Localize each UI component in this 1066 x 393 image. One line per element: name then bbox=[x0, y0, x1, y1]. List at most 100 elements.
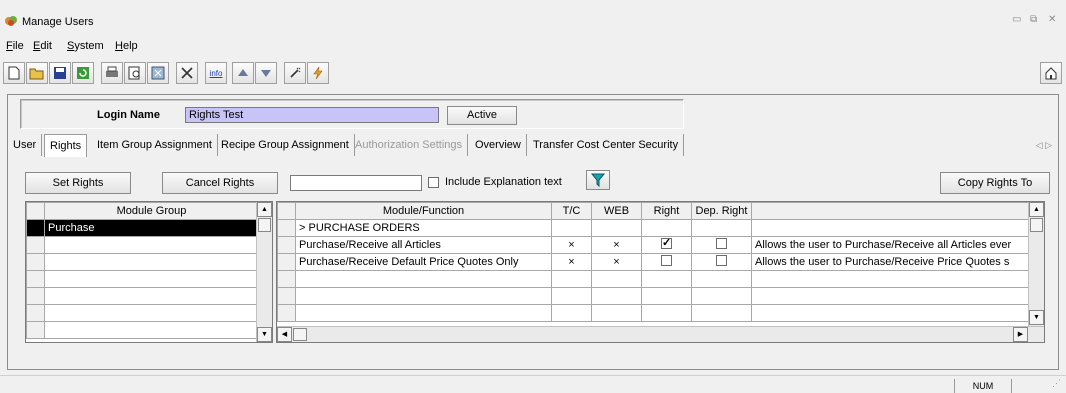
menu-bar: File Edit System Help bbox=[0, 40, 1066, 58]
restore-icon[interactable]: ⧉ bbox=[1030, 14, 1037, 25]
row-header[interactable] bbox=[26, 236, 45, 254]
module-group-cell[interactable] bbox=[44, 304, 259, 322]
scroll-thumb[interactable] bbox=[1030, 218, 1043, 232]
down-arrow-icon[interactable] bbox=[255, 62, 277, 84]
right-checkbox[interactable] bbox=[661, 255, 672, 266]
login-name-field[interactable]: Rights Test bbox=[185, 107, 439, 123]
function-name-cell[interactable]: Purchase/Receive Default Price Quotes On… bbox=[295, 253, 552, 271]
print-preview-icon[interactable] bbox=[124, 62, 146, 84]
scroll-down-icon[interactable]: ▼ bbox=[1029, 310, 1044, 325]
row-header[interactable] bbox=[26, 270, 45, 288]
row-header[interactable] bbox=[26, 287, 45, 305]
function-name-cell[interactable] bbox=[295, 287, 552, 305]
open-icon[interactable] bbox=[26, 62, 48, 84]
lightning-icon[interactable] bbox=[307, 62, 329, 84]
scroll-right-icon[interactable]: ▶ bbox=[1013, 327, 1028, 342]
table-row[interactable]: > PURCHASE ORDERS bbox=[277, 219, 1031, 237]
table-row[interactable] bbox=[277, 304, 1031, 322]
dep-right-cell bbox=[691, 253, 752, 271]
tab-authorization-settings[interactable]: Authorization Settings bbox=[350, 134, 469, 156]
column-header-module-function[interactable]: Module/Function bbox=[295, 202, 552, 220]
column-header-dep-right[interactable]: Dep. Right bbox=[691, 202, 752, 220]
column-header-explanation[interactable] bbox=[751, 202, 1031, 220]
info-icon[interactable]: info bbox=[205, 62, 227, 84]
tab-transfer-cost-center-security[interactable]: Transfer Cost Center Security bbox=[528, 134, 685, 156]
set-rights-button[interactable]: Set Rights bbox=[25, 172, 131, 194]
scroll-left-icon[interactable]: ◀ bbox=[277, 327, 292, 342]
dep-right-cell bbox=[691, 236, 752, 254]
table-row[interactable]: Purchase/Receive all Articles × × Allows… bbox=[277, 236, 1031, 254]
scroll-thumb[interactable] bbox=[258, 218, 271, 232]
table-row[interactable] bbox=[277, 270, 1031, 288]
row-header[interactable] bbox=[277, 270, 296, 288]
refresh-icon[interactable] bbox=[72, 62, 94, 84]
table-row[interactable] bbox=[277, 287, 1031, 305]
tab-recipe-group-assignment[interactable]: Recipe Group Assignment bbox=[216, 134, 355, 156]
row-header[interactable] bbox=[26, 304, 45, 322]
scroll-thumb[interactable] bbox=[293, 328, 307, 341]
include-explanation-checkbox[interactable] bbox=[428, 177, 439, 188]
row-header[interactable] bbox=[277, 287, 296, 305]
function-name-cell[interactable] bbox=[295, 304, 552, 322]
column-header-tc[interactable]: T/C bbox=[551, 202, 592, 220]
function-grid-vscrollbar[interactable]: ▲ ▼ bbox=[1028, 202, 1044, 326]
row-header[interactable] bbox=[277, 219, 296, 237]
right-cell bbox=[641, 236, 692, 254]
module-group-cell[interactable] bbox=[44, 321, 259, 339]
new-icon[interactable] bbox=[3, 62, 25, 84]
home-icon[interactable] bbox=[1040, 62, 1062, 84]
filter-button[interactable] bbox=[586, 170, 610, 190]
right-checkbox[interactable] bbox=[661, 238, 672, 249]
save-icon[interactable] bbox=[49, 62, 71, 84]
tab-user[interactable]: User bbox=[8, 134, 43, 156]
delete-icon[interactable] bbox=[176, 62, 198, 84]
column-header-module-group[interactable]: Module Group bbox=[44, 202, 259, 220]
dep-right-checkbox[interactable] bbox=[716, 238, 727, 249]
tab-item-group-assignment[interactable]: Item Group Assignment bbox=[92, 134, 218, 156]
row-header[interactable] bbox=[277, 236, 296, 254]
menu-edit[interactable]: Edit bbox=[33, 40, 52, 52]
module-group-cell[interactable] bbox=[44, 236, 259, 254]
module-grid-scrollbar[interactable]: ▲ ▼ bbox=[256, 202, 272, 342]
dep-right-checkbox[interactable] bbox=[716, 255, 727, 266]
module-group-cell[interactable] bbox=[44, 253, 259, 271]
module-group-cell[interactable] bbox=[44, 270, 259, 288]
row-header[interactable] bbox=[26, 253, 45, 271]
function-grid-hscrollbar[interactable]: ◀ ▶ bbox=[277, 326, 1044, 342]
tab-rights[interactable]: Rights bbox=[44, 134, 88, 157]
copy-rights-button[interactable]: Copy Rights To bbox=[940, 172, 1050, 194]
minimize-icon[interactable]: ▭ bbox=[1012, 14, 1021, 25]
row-header[interactable] bbox=[26, 219, 45, 237]
menu-help[interactable]: Help bbox=[115, 40, 138, 52]
column-header-web[interactable]: WEB bbox=[591, 202, 642, 220]
active-button[interactable]: Active bbox=[447, 106, 517, 125]
row-header[interactable] bbox=[277, 304, 296, 322]
cancel-rights-button[interactable]: Cancel Rights bbox=[162, 172, 278, 194]
row-header[interactable] bbox=[277, 253, 296, 271]
function-name-cell[interactable]: > PURCHASE ORDERS bbox=[295, 219, 552, 237]
table-row[interactable]: Purchase/Receive Default Price Quotes On… bbox=[277, 253, 1031, 271]
export-icon[interactable] bbox=[147, 62, 169, 84]
print-icon[interactable] bbox=[101, 62, 123, 84]
module-group-grid[interactable]: Module Group Purchase ▲ ▼ bbox=[25, 201, 273, 343]
close-icon[interactable]: ✕ bbox=[1048, 14, 1056, 25]
module-group-cell[interactable]: Purchase bbox=[44, 219, 259, 237]
tc-cell: × bbox=[551, 236, 592, 254]
module-group-cell[interactable] bbox=[44, 287, 259, 305]
scroll-up-icon[interactable]: ▲ bbox=[257, 202, 272, 217]
wand-icon[interactable] bbox=[284, 62, 306, 84]
tab-scroll-icon[interactable]: ◁ ▷ bbox=[1036, 140, 1052, 151]
tab-overview[interactable]: Overview bbox=[470, 134, 527, 156]
scroll-down-icon[interactable]: ▼ bbox=[257, 327, 272, 342]
menu-file[interactable]: File bbox=[6, 40, 24, 52]
function-name-cell[interactable]: Purchase/Receive all Articles bbox=[295, 236, 552, 254]
resize-grip-icon[interactable]: ⋰ bbox=[1052, 378, 1061, 389]
up-arrow-icon[interactable] bbox=[232, 62, 254, 84]
row-header[interactable] bbox=[26, 321, 45, 339]
search-input[interactable] bbox=[290, 175, 422, 191]
function-name-cell[interactable] bbox=[295, 270, 552, 288]
module-function-grid[interactable]: Module/Function T/C WEB Right Dep. Right… bbox=[276, 201, 1045, 343]
column-header-right[interactable]: Right bbox=[641, 202, 692, 220]
menu-system[interactable]: System bbox=[67, 40, 104, 52]
scroll-up-icon[interactable]: ▲ bbox=[1029, 202, 1044, 217]
